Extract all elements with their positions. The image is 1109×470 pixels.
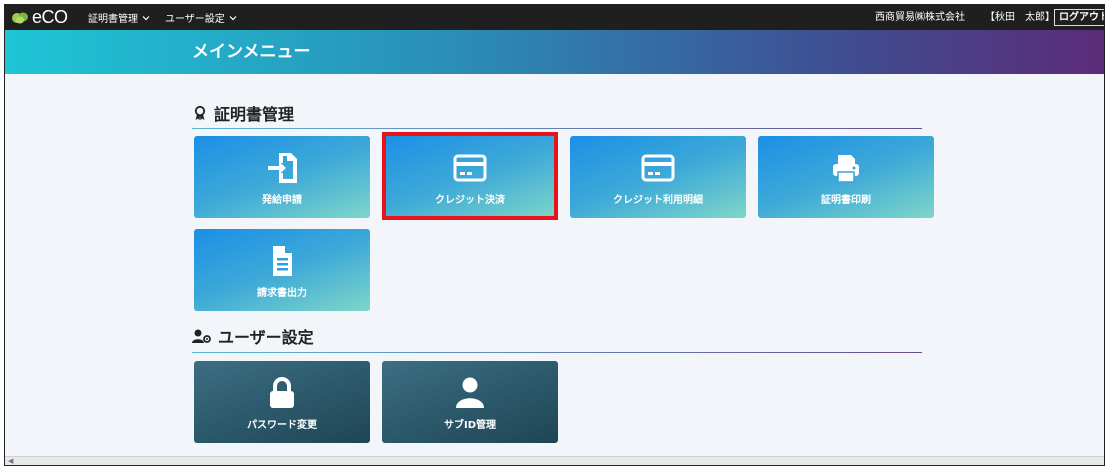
tile-label: パスワード変更 [247,420,317,431]
section-divider [192,352,922,353]
tile-label: クレジット利用明細 [613,195,703,206]
logo-text: eCO [32,7,68,27]
tile-label: クレジット決済 [435,195,505,206]
menu-certificate-management[interactable]: 証明書管理 [88,5,150,30]
logout-button[interactable]: ログアウト [1054,9,1104,26]
company-name: 西商貿易㈱株式会社 [875,12,965,23]
menu-label: ユーザー設定 [165,14,225,25]
section-heading-user-settings: ユーザー設定 [192,323,922,349]
tile-label: 発給申請 [262,195,302,206]
tile-credit-statement[interactable]: クレジット利用明細 [570,136,746,218]
document-icon [264,243,300,279]
tile-certificate-print[interactable]: 証明書印刷 [758,136,934,218]
app-logo[interactable]: eCO [11,8,68,27]
lock-icon [264,375,300,411]
horizontal-scrollbar[interactable]: ◀ [5,456,1104,465]
scroll-left-icon[interactable]: ◀ [8,457,13,465]
user-gear-icon [192,329,211,343]
chevron-down-icon [142,15,150,20]
app-window: eCO 証明書管理 ユーザー設定 西商貿易㈱株式会社 【秋田 太郎】 ログアウト… [4,4,1105,466]
credit-card-icon [452,150,488,186]
tile-credit-payment[interactable]: クレジット決済 [382,136,558,218]
page-header: メインメニュー [5,30,1104,74]
tile-sub-id-management[interactable]: サブID管理 [382,361,558,443]
page-title: メインメニュー [192,42,311,62]
menu-label: 証明書管理 [88,14,138,25]
tile-label: 証明書印刷 [821,195,871,206]
top-navbar: eCO 証明書管理 ユーザー設定 西商貿易㈱株式会社 【秋田 太郎】 ログアウト [5,5,1104,30]
printer-icon [828,150,864,186]
tile-issue-application[interactable]: 発給申請 [194,136,370,218]
sign-in-icon [264,150,300,186]
chevron-down-icon [229,15,237,20]
section-divider [192,128,922,129]
award-icon [194,105,206,121]
tile-password-change[interactable]: パスワード変更 [194,361,370,443]
menu-user-settings[interactable]: ユーザー設定 [165,5,237,30]
tile-invoice-output[interactable]: 請求書出力 [194,229,370,311]
credit-card-icon [640,150,676,186]
section-title: ユーザー設定 [218,328,314,347]
section-heading-certificate: 証明書管理 [192,100,922,126]
tile-label: サブID管理 [443,420,497,431]
section-title: 証明書管理 [214,105,295,124]
tile-label: 請求書出力 [257,288,307,299]
leaf-logo-icon [12,12,28,23]
user-icon [452,375,488,411]
user-name: 【秋田 太郎】 [985,12,1055,23]
